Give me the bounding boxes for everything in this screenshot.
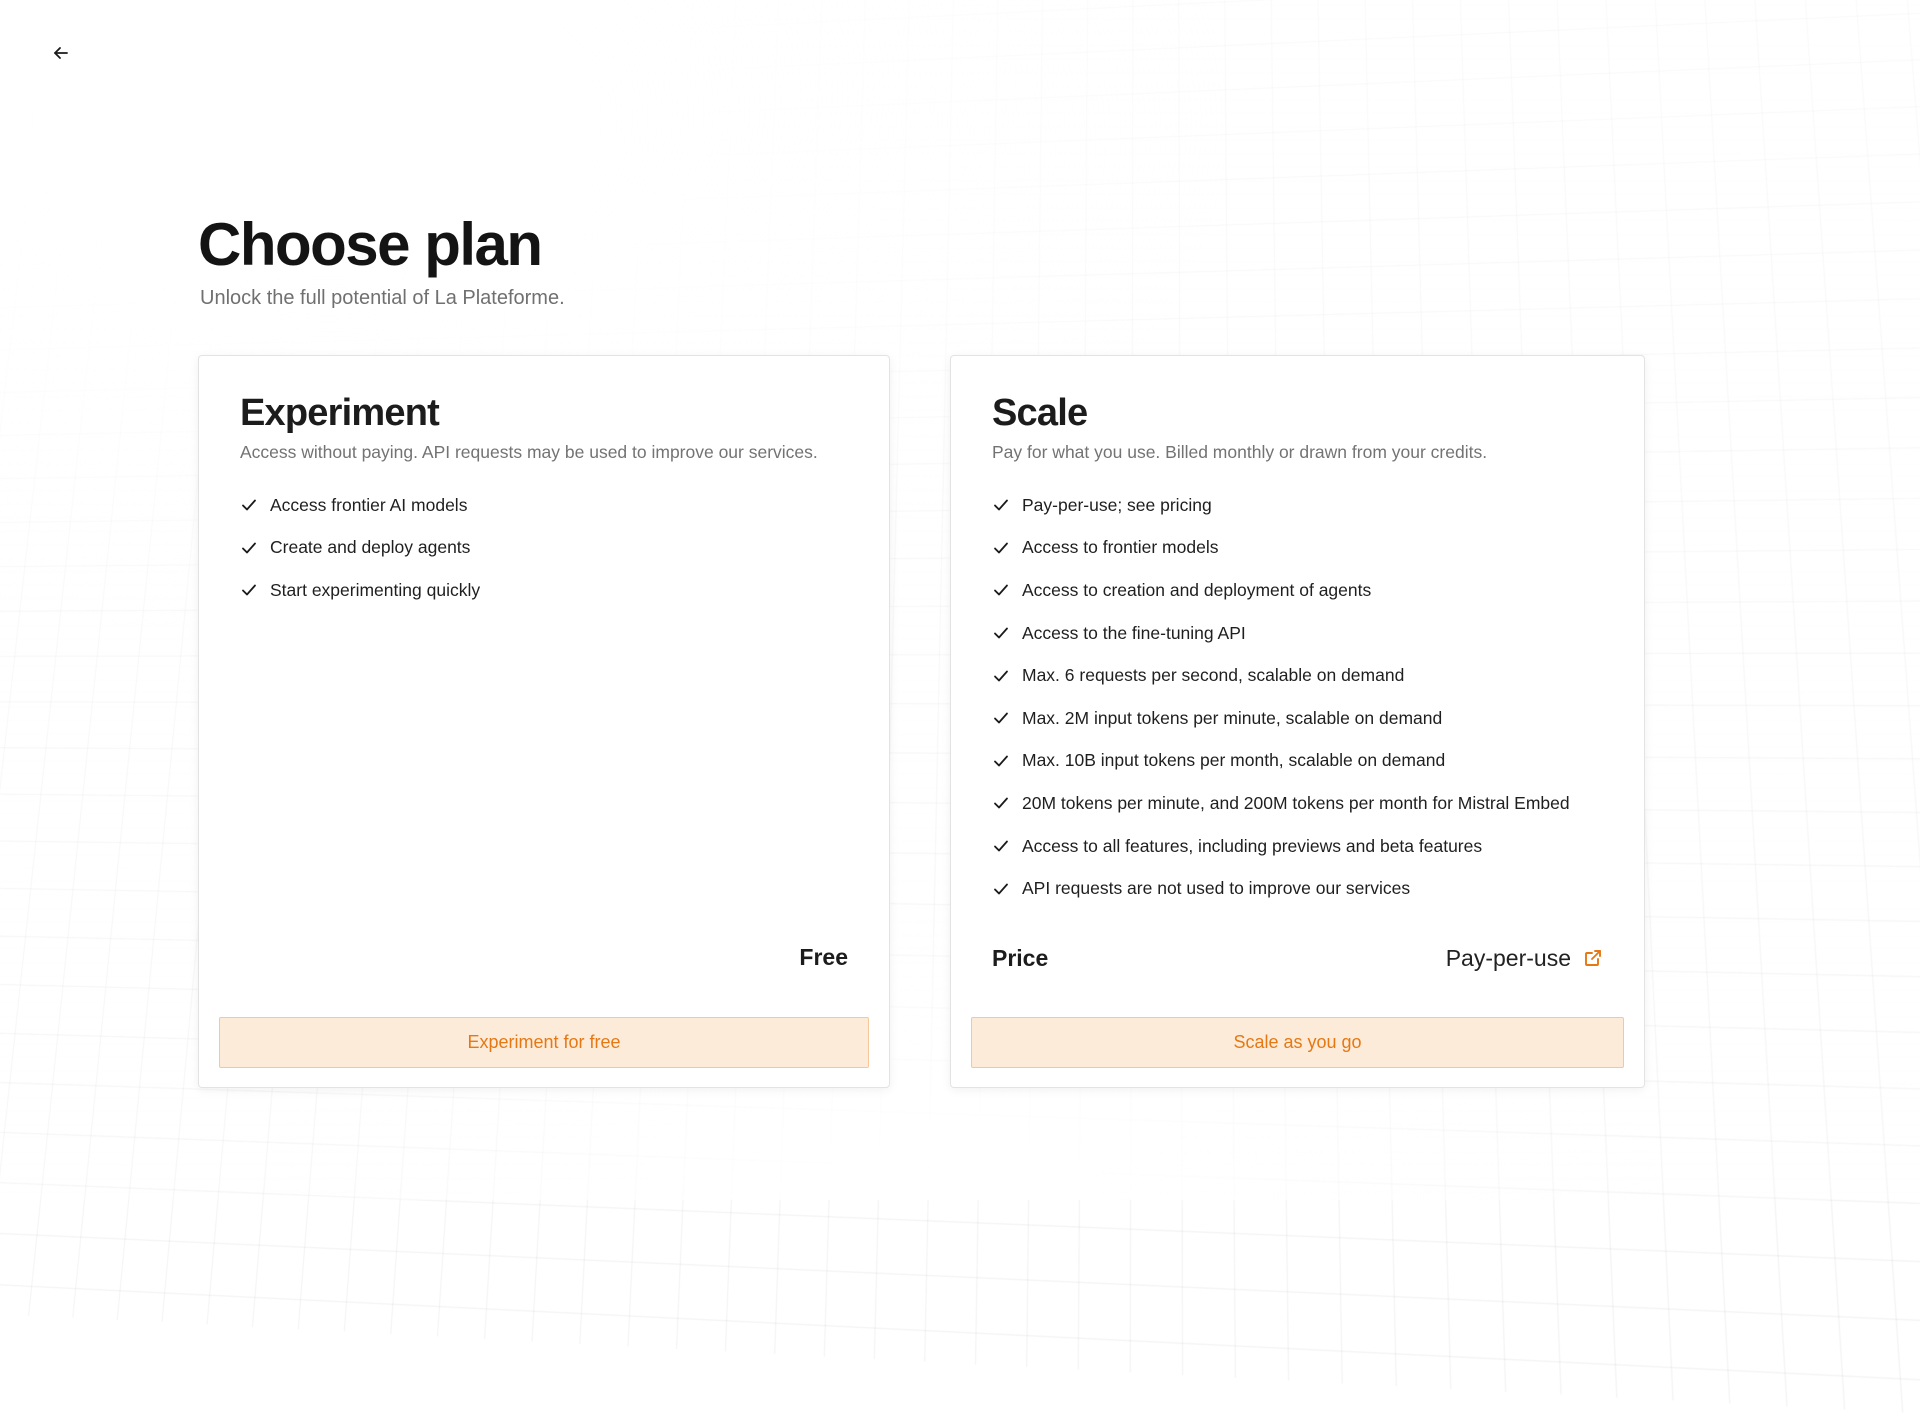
plan-card-experiment: Experiment Access without paying. API re…: [198, 355, 890, 1088]
feature-label: Access to frontier models: [1022, 537, 1219, 558]
page-title: Choose plan: [198, 211, 543, 278]
feature-item: Max. 10B input tokens per month, scalabl…: [992, 740, 1570, 783]
check-icon: [242, 585, 256, 596]
feature-item: Start experimenting quickly: [240, 569, 480, 612]
feature-item: Max. 2M input tokens per minute, scalabl…: [992, 697, 1570, 740]
feature-label: Max. 6 requests per second, scalable on …: [1022, 665, 1405, 686]
feature-label: Create and deploy agents: [270, 537, 471, 558]
price-row: Price Pay-per-use: [992, 940, 1603, 976]
check-icon: [242, 499, 256, 511]
check-icon: [994, 883, 1008, 895]
feature-item: Create and deploy agents: [240, 527, 480, 570]
plan-title: Experiment: [240, 392, 440, 434]
feature-label: Max. 10B input tokens per month, scalabl…: [1022, 750, 1446, 771]
feature-item: Access to all features, including previe…: [992, 825, 1570, 868]
check-icon: [994, 499, 1008, 511]
check-icon: [994, 755, 1008, 767]
check-icon: [994, 670, 1008, 682]
plan-title: Scale: [992, 392, 1088, 434]
feature-item: Pay-per-use; see pricing: [992, 484, 1570, 527]
plan-card-scale: Scale Pay for what you use. Billed month…: [950, 355, 1645, 1088]
feature-list: Access frontier AI models Create and dep…: [240, 484, 480, 612]
pricing-link[interactable]: Pay-per-use: [1446, 945, 1603, 972]
check-icon: [994, 712, 1008, 724]
check-icon: [994, 840, 1008, 852]
feature-list: Pay-per-use; see pricing Access to front…: [992, 484, 1570, 910]
feature-label: Access frontier AI models: [270, 494, 468, 515]
feature-label: 20M tokens per minute, and 200M tokens p…: [1022, 792, 1570, 813]
check-icon: [242, 542, 256, 554]
check-icon: [994, 798, 1008, 809]
page-subtitle: Unlock the full potential of La Platefor…: [200, 287, 565, 309]
feature-label: Access to all features, including previe…: [1022, 835, 1483, 856]
feature-item: Max. 6 requests per second, scalable on …: [992, 654, 1570, 697]
feature-item: Access to the fine-tuning API: [992, 612, 1570, 655]
external-link-icon: [1585, 950, 1601, 966]
check-icon: [994, 542, 1008, 554]
feature-label: Max. 2M input tokens per minute, scalabl…: [1022, 707, 1443, 728]
feature-label: Access to the fine-tuning API: [1022, 622, 1246, 643]
plan-description: Pay for what you use. Billed monthly or …: [992, 442, 1488, 462]
feature-label: Start experimenting quickly: [270, 579, 481, 600]
plan-price-value: Free: [799, 944, 848, 970]
feature-item: API requests are not used to improve our…: [992, 867, 1570, 910]
back-button[interactable]: [44, 36, 78, 70]
feature-item: 20M tokens per minute, and 200M tokens p…: [992, 782, 1570, 825]
feature-label: API requests are not used to improve our…: [1022, 878, 1411, 899]
price-value: Pay-per-use: [1445, 944, 1571, 971]
experiment-for-free-button[interactable]: Experiment for free: [219, 1017, 869, 1068]
feature-item: Access to frontier models: [992, 527, 1570, 570]
check-icon: [994, 585, 1008, 596]
feature-item: Access frontier AI models: [240, 484, 480, 527]
feature-label: Pay-per-use; see pricing: [1022, 494, 1212, 515]
check-icon: [994, 627, 1008, 639]
plan-description: Access without paying. API requests may …: [240, 442, 818, 462]
page-header: Choose plan Unlock the full potential of…: [198, 205, 565, 310]
price-label: Price: [992, 944, 1049, 971]
feature-item: Access to creation and deployment of age…: [992, 569, 1570, 612]
feature-label: Access to creation and deployment of age…: [1022, 579, 1372, 600]
scale-as-you-go-button[interactable]: Scale as you go: [971, 1017, 1624, 1068]
arrow-left-icon: [54, 47, 68, 59]
